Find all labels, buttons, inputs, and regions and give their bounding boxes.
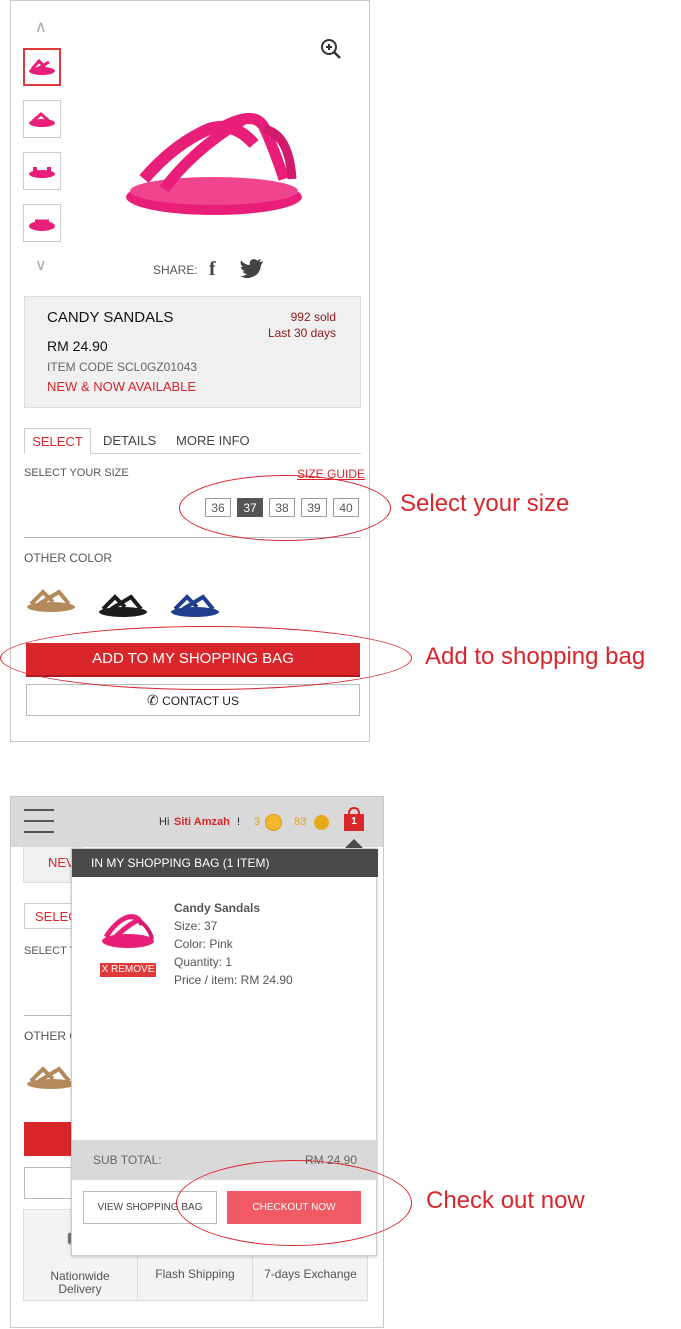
product-image [114,49,310,245]
color-swatch-black[interactable] [97,591,149,624]
bg-color-swatch-tan [25,1063,77,1096]
availability-text: NEW & NOW AVAILABLE [47,379,197,394]
greeting-exclamation: ! [237,816,241,828]
annotation-select-size: Select your size [400,490,570,517]
subtotal-label: SUB TOTAL: [93,1153,162,1167]
user-name[interactable]: Siti Amzah [174,816,230,828]
feature-exchange-label: 7-days Exchange [264,1267,357,1281]
twitter-icon[interactable] [240,259,264,284]
facebook-icon[interactable]: f [209,258,216,281]
item-code: ITEM CODE SCL0GZ01043 [47,360,198,374]
tab-details-label: DETAILS [103,433,157,448]
bg-select-size-label: SELECT Y [24,945,77,957]
tab-more-info-label: MORE INFO [176,433,250,448]
tab-select[interactable]: SELECT [24,428,91,454]
phone-icon: ✆ [147,692,159,708]
greeting-hi: Hi [159,816,170,828]
points-count-1: 3 [254,816,261,828]
tab-more-info[interactable]: MORE INFO [176,428,250,453]
tab-details[interactable]: DETAILS [103,428,156,453]
thumbnail-4[interactable] [23,204,61,242]
annotation-add-bag: Add to shopping bag [425,643,646,670]
other-color-label: OTHER COLOR [24,551,113,565]
product-info-box: CANDY SANDALS RM 24.90 ITEM CODE SCL0GZ0… [24,296,361,408]
contact-us-label: CONTACT US [162,694,239,708]
thumbnail-1[interactable] [23,48,61,86]
bag-panel: Hi Siti Amzah ! 3 83 1 NEV SELEC SELECT … [10,796,384,1328]
points-count-2: 83 [294,816,307,828]
bag-item-color: Color: Pink [174,937,233,951]
candy-icon [265,814,282,831]
feature-flash-label: Flash Shipping [155,1267,235,1281]
bag-count-badge: 1 [351,816,357,827]
product-price: RM 24.90 [47,338,108,354]
bag-item-name[interactable]: Candy Sandals [174,901,260,915]
bag-dropdown-header: IN MY SHOPPING BAG (1 ITEM) [72,849,378,877]
select-size-label: SELECT YOUR SIZE [24,467,129,479]
coin-icon [314,815,329,830]
sold-period: Last 30 days [267,326,336,340]
header-bar: Hi Siti Amzah ! 3 83 1 [11,797,383,847]
bag-item-quantity: Quantity: 1 [174,955,233,969]
remove-item-button[interactable]: X REMOVE [100,963,156,977]
thumbnail-3[interactable] [23,152,61,190]
shopping-bag-icon[interactable]: 1 [343,806,365,832]
color-swatch-navy[interactable] [169,591,221,624]
bag-dropdown-title: IN MY SHOPPING BAG (1 ITEM) [91,856,270,870]
annotation-ellipse-checkout [176,1160,412,1246]
bag-item-size: Size: 37 [174,919,218,933]
tab-select-label: SELECT [32,434,83,449]
product-name: CANDY SANDALS [47,309,174,326]
annotation-ellipse-size [179,475,391,541]
bag-item-price: Price / item: RM 24.90 [174,973,293,987]
thumbnail-down-arrow-icon[interactable]: ∨ [35,255,47,275]
bag-item-image[interactable] [98,901,156,958]
share-label: SHARE: [153,263,198,277]
feature-nationwide-label: Nationwide Delivery [50,1269,110,1296]
thumbnail-up-arrow-icon[interactable]: ∧ [35,17,47,37]
bg-other-color-label: OTHER C [24,1029,78,1043]
annotation-ellipse-add [0,626,412,690]
dropdown-caret [345,839,363,848]
thumbnail-2[interactable] [23,100,61,138]
hamburger-menu-icon[interactable] [24,809,54,833]
annotation-checkout: Check out now [426,1187,585,1214]
zoom-icon[interactable] [319,37,343,66]
color-swatch-tan[interactable] [25,586,77,619]
sold-count: 992 sold [290,310,336,324]
